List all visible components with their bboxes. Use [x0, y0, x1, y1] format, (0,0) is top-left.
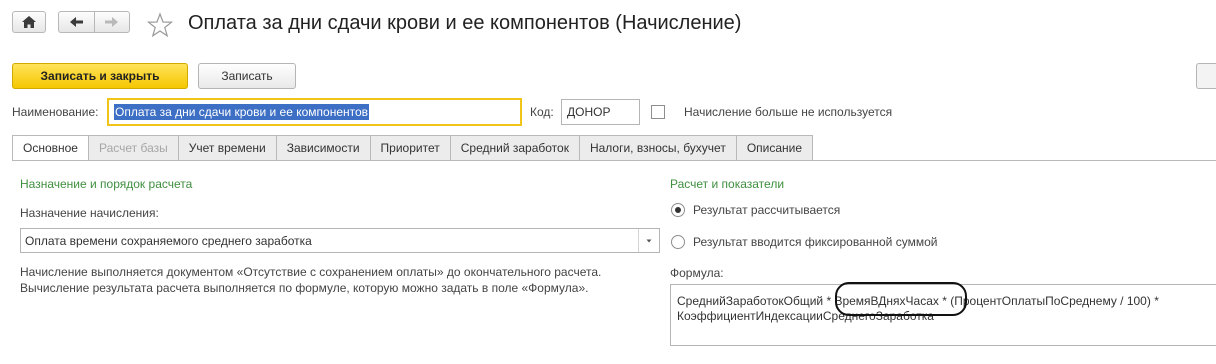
- star-icon[interactable]: [147, 12, 173, 38]
- radio-result-calculated[interactable]: [671, 203, 685, 217]
- more-actions-edge[interactable]: [1196, 63, 1216, 89]
- tab-main[interactable]: Основное: [12, 135, 89, 161]
- info-text-line1: Начисление выполняется документом «Отсут…: [20, 265, 602, 279]
- home-icon: [22, 16, 36, 28]
- name-input-value: Оплата за дни сдачи крови и ее компонент…: [114, 104, 370, 120]
- arrow-right-icon: [105, 17, 118, 27]
- save-and-close-button[interactable]: Записать и закрыть: [12, 63, 188, 89]
- save-button[interactable]: Записать: [198, 63, 296, 89]
- tab-bar: Основное Расчет базы Учет времени Зависи…: [12, 135, 814, 161]
- left-section-title: Назначение и порядок расчета: [20, 177, 193, 191]
- code-input[interactable]: ДОНОР: [561, 99, 640, 125]
- code-input-value: ДОНОР: [567, 105, 611, 119]
- tab-dependencies[interactable]: Зависимости: [276, 135, 371, 161]
- tab-taxes[interactable]: Налоги, взносы, бухучет: [579, 135, 737, 161]
- chevron-down-icon: [646, 239, 652, 243]
- radio-result-fixed[interactable]: [671, 235, 685, 249]
- not-used-label[interactable]: Начисление больше не используется: [684, 105, 892, 119]
- right-section-title: Расчет и показатели: [670, 177, 785, 191]
- page-title: Оплата за дни сдачи крови и ее компонент…: [188, 12, 742, 34]
- tab-priority[interactable]: Приоритет: [370, 135, 451, 161]
- name-label: Наименование:: [12, 105, 99, 119]
- not-used-checkbox[interactable]: [651, 105, 665, 119]
- tab-divider: [12, 160, 1216, 161]
- tab-average-earnings[interactable]: Средний заработок: [450, 135, 580, 161]
- formula-label: Формула:: [670, 266, 724, 280]
- radio-selected-dot: [675, 207, 681, 213]
- tab-base-calculation[interactable]: Расчет базы: [88, 135, 179, 161]
- radio-result-fixed-label[interactable]: Результат вводится фиксированной суммой: [693, 235, 937, 249]
- tab-time-accounting[interactable]: Учет времени: [178, 135, 277, 161]
- back-button[interactable]: [58, 11, 95, 33]
- home-button[interactable]: [12, 11, 46, 33]
- info-text-line2: Вычисление результата расчета выполняетс…: [20, 281, 589, 295]
- formula-part1: СреднийЗаработокОбщий *: [677, 294, 835, 308]
- code-label: Код:: [530, 105, 554, 119]
- name-input[interactable]: Оплата за дни сдачи крови и ее компонент…: [107, 98, 522, 126]
- annotation-ellipse: [835, 282, 967, 316]
- purpose-select-value: Оплата времени сохраняемого среднего зар…: [25, 234, 312, 248]
- purpose-label: Назначение начисления:: [20, 206, 159, 220]
- tab-description[interactable]: Описание: [736, 135, 814, 161]
- purpose-select[interactable]: Оплата времени сохраняемого среднего зар…: [20, 228, 660, 253]
- formula-part2: * (ПроцентОплатыПоСреднему / 100) *: [938, 294, 1159, 308]
- arrow-left-icon: [70, 17, 83, 27]
- forward-button[interactable]: [94, 11, 130, 33]
- purpose-dropdown-button[interactable]: [638, 229, 659, 252]
- radio-result-calculated-label[interactable]: Результат рассчитывается: [693, 203, 840, 217]
